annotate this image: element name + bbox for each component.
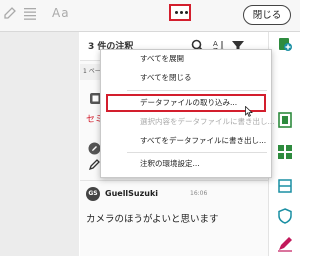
scan-icon[interactable] [277,178,293,194]
sign-icon[interactable] [277,236,293,252]
menu-item-collapse-all[interactable]: すべてを閉じる [101,70,271,86]
combine-files-icon[interactable] [277,112,293,128]
menu-item-export-all[interactable]: すべてをデータファイルに書き出し... [101,133,271,149]
comment-tool-icon[interactable] [277,36,293,52]
list-lines-icon[interactable] [22,5,38,21]
protect-icon[interactable] [277,208,293,224]
comment-text[interactable]: カメラのほうがよいと思います [86,211,219,225]
menu-item-comment-preferences[interactable]: 注釈の環境設定... [101,156,271,172]
options-dropdown-menu: すべてを展開 すべてを閉じる データファイルの取り込み... 選択内容をデータフ… [100,49,275,178]
font-size-button[interactable]: Aa [52,6,70,20]
menu-separator [127,152,267,153]
menu-item-expand-all[interactable]: すべてを展開 [101,51,271,67]
right-tool-strip [268,32,301,256]
close-button[interactable]: 閉じる [243,5,291,25]
avatar: GS [86,187,100,201]
organize-pages-icon[interactable] [277,144,293,160]
comment-divider [80,180,268,181]
menu-separator [127,90,267,91]
edit-icon[interactable] [2,5,18,21]
more-options-button[interactable] [169,4,191,21]
top-toolbar: Aa 閉じる [0,0,300,32]
comment-author: GuellSuzuki [105,189,159,198]
mouse-cursor-icon [245,106,253,117]
comment-time: 16:06 [190,190,208,197]
highlight-box [106,94,266,112]
document-area [0,32,79,256]
